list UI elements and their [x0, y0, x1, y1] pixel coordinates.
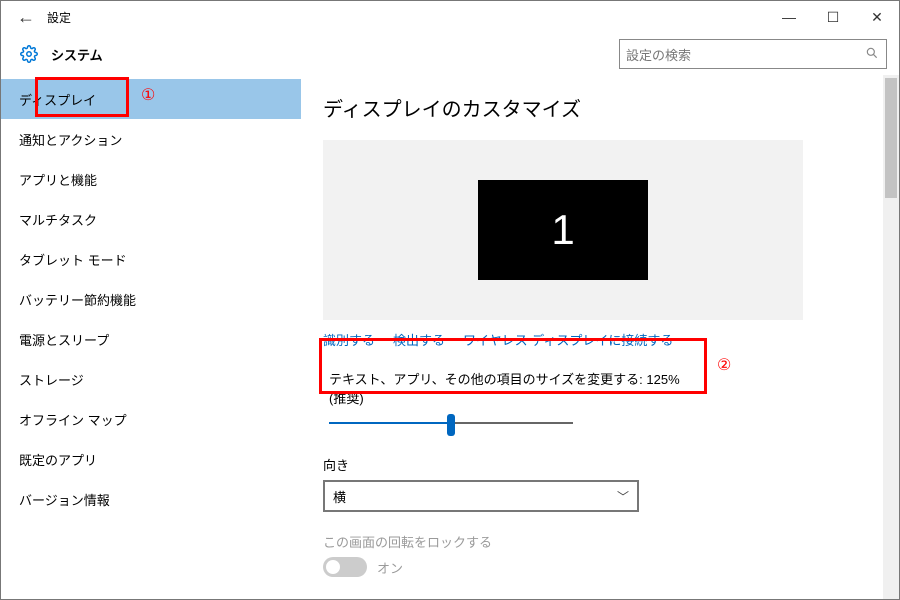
lock-rotation-row: オン	[323, 557, 869, 577]
sidebar-item-label: マルチタスク	[19, 210, 97, 229]
lock-rotation-label: この画面の回転をロックする	[323, 532, 869, 551]
sidebar-item-offline-maps[interactable]: オフライン マップ	[1, 399, 301, 439]
orientation-label: 向き	[323, 455, 869, 474]
settings-window: ← 設定 — ☐ ✕ システム 設定の検索 ディスプレイ 通知とアクション アプ…	[0, 0, 900, 600]
sidebar-item-label: オフライン マップ	[19, 410, 127, 429]
sidebar-item-tablet[interactable]: タブレット モード	[1, 239, 301, 279]
scale-slider[interactable]	[329, 413, 573, 433]
display-links: 識別する 検出する ワイヤレス ディスプレイに接続する	[323, 330, 869, 349]
sidebar-item-about[interactable]: バージョン情報	[1, 479, 301, 519]
sidebar-item-apps[interactable]: アプリと機能	[1, 159, 301, 199]
sidebar-item-multitask[interactable]: マルチタスク	[1, 199, 301, 239]
sidebar-item-label: バッテリー節約機能	[19, 290, 136, 309]
sidebar-item-label: ディスプレイ	[19, 90, 96, 109]
page-title: ディスプレイのカスタマイズ	[323, 93, 869, 122]
scale-block: テキスト、アプリ、その他の項目のサイズを変更する: 125% (推奨)	[323, 363, 695, 443]
main: ディスプレイのカスタマイズ 1 識別する 検出する ワイヤレス ディスプレイに接…	[301, 75, 899, 599]
sidebar-item-power[interactable]: 電源とスリープ	[1, 319, 301, 359]
minimize-button[interactable]: —	[767, 1, 811, 33]
sidebar-item-display[interactable]: ディスプレイ	[1, 79, 301, 119]
titlebar: ← 設定 — ☐ ✕	[1, 1, 899, 33]
lock-rotation-toggle[interactable]	[323, 557, 367, 577]
search-icon	[864, 46, 880, 63]
sidebar-item-label: タブレット モード	[19, 250, 127, 269]
monitor-tile[interactable]: 1	[478, 180, 648, 280]
sidebar-item-default-apps[interactable]: 既定のアプリ	[1, 439, 301, 479]
body: ディスプレイ 通知とアクション アプリと機能 マルチタスク タブレット モード …	[1, 75, 899, 599]
detect-link[interactable]: 検出する	[393, 330, 445, 349]
search-input[interactable]: 設定の検索	[619, 39, 887, 69]
close-button[interactable]: ✕	[855, 1, 899, 33]
back-button[interactable]: ←	[11, 7, 41, 28]
sidebar-item-label: アプリと機能	[19, 170, 97, 189]
sidebar-item-label: 電源とスリープ	[19, 330, 109, 349]
display-preview[interactable]: 1	[323, 140, 803, 320]
chevron-down-icon: ﹀	[617, 488, 629, 505]
orientation-field: 向き 横 ﹀	[323, 455, 869, 512]
identify-link[interactable]: 識別する	[323, 330, 375, 349]
sidebar-item-battery[interactable]: バッテリー節約機能	[1, 279, 301, 319]
maximize-button[interactable]: ☐	[811, 1, 855, 33]
sidebar-item-storage[interactable]: ストレージ	[1, 359, 301, 399]
sidebar-item-label: 既定のアプリ	[19, 450, 97, 469]
section-title: システム	[51, 45, 103, 64]
scale-label: テキスト、アプリ、その他の項目のサイズを変更する: 125% (推奨)	[329, 369, 687, 407]
sidebar-item-label: バージョン情報	[19, 490, 110, 509]
header: システム 設定の検索	[1, 33, 899, 75]
window-title: 設定	[47, 9, 71, 26]
monitor-number: 1	[551, 206, 574, 254]
orientation-value: 横	[333, 487, 617, 506]
brightness-label: 明るさレベルの調整	[323, 597, 869, 599]
sidebar-item-notifications[interactable]: 通知とアクション	[1, 119, 301, 159]
lock-rotation-state: オン	[377, 558, 403, 577]
sidebar-item-label: 通知とアクション	[19, 130, 122, 149]
gear-icon	[19, 44, 39, 64]
sidebar: ディスプレイ 通知とアクション アプリと機能 マルチタスク タブレット モード …	[1, 75, 301, 599]
search-placeholder: 設定の検索	[626, 45, 864, 64]
scrollbar[interactable]	[883, 75, 899, 599]
orientation-select[interactable]: 横 ﹀	[323, 480, 639, 512]
wireless-link[interactable]: ワイヤレス ディスプレイに接続する	[463, 330, 673, 349]
sidebar-item-label: ストレージ	[19, 370, 84, 389]
